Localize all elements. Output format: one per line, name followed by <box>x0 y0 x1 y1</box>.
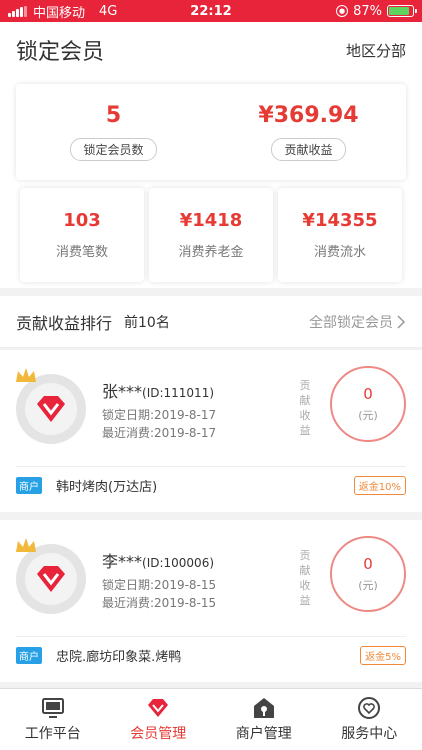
tab-service-center[interactable]: 服务中心 <box>317 689 422 750</box>
diamond-icon <box>148 698 169 717</box>
locked-members-value: 5 <box>105 103 122 128</box>
rotation-lock-icon: ● <box>336 5 349 17</box>
contribution-value: ¥369.94 <box>258 103 359 128</box>
pension-value: ¥1418 <box>179 210 243 231</box>
crown-icon <box>16 538 36 552</box>
shop-tag: 商户 <box>16 647 42 664</box>
contribution-vertical-label: 贡献收益 <box>299 379 311 437</box>
tab-member-management-label: 会员管理 <box>130 725 187 742</box>
member-name-text: 张*** <box>102 382 143 401</box>
ranking-header: 贡献收益排行 前10名 全部锁定会员 <box>0 296 422 348</box>
locked-members-label: 锁定会员数 <box>70 138 157 161</box>
signal-icon <box>8 5 27 17</box>
contribution-label: 贡献收益 <box>271 138 346 161</box>
shop-name: 忠院.廊坊印象菜.烤鸭 <box>56 650 182 665</box>
diamond-avatar-icon <box>25 383 77 435</box>
tab-merchant-management[interactable]: 商户管理 <box>211 689 317 750</box>
member-id: (ID:100006) <box>142 556 215 570</box>
shop-name: 韩时烤肉(万达店) <box>56 480 158 495</box>
shop-row: 商户 忠院.廊坊印象菜.烤鸭 返金5% <box>16 646 406 665</box>
pension-card: ¥1418 消费养老金 <box>149 188 273 282</box>
tab-work-platform[interactable]: 工作平台 <box>0 689 106 750</box>
monitor-icon <box>41 697 64 718</box>
consume-count-card: 103 消费笔数 <box>20 188 144 282</box>
member-name: 张***(ID:111011) <box>102 378 214 402</box>
ranking-title: 贡献收益排行 <box>16 313 113 333</box>
battery-percent: 87% <box>353 3 382 19</box>
shop-row: 商户 韩时烤肉(万达店) 返金10% <box>16 476 406 495</box>
shop-tag: 商户 <box>16 477 42 494</box>
lock-date: 锁定日期:2019-8-15 <box>102 578 217 592</box>
carrier-name: 中国移动 <box>33 5 86 21</box>
ranking-subtitle: 前10名 <box>124 314 170 331</box>
chevron-right-icon <box>397 314 406 329</box>
rebate-badge: 返金5% <box>360 646 406 665</box>
divider <box>16 466 406 467</box>
shop-icon <box>253 697 274 718</box>
divider <box>16 636 406 637</box>
tab-work-platform-label: 工作平台 <box>24 725 81 742</box>
turnover-value: ¥14355 <box>302 210 378 231</box>
member-name: 李***(ID:100006) <box>102 548 214 572</box>
region-button[interactable]: 地区分部 <box>346 40 406 61</box>
member-id: (ID:111011) <box>142 386 215 400</box>
member-card[interactable]: 李***(ID:100006) 锁定日期:2019-8-15 最近消费:2019… <box>0 520 422 682</box>
consume-count-value: 103 <box>63 210 101 231</box>
tab-merchant-management-label: 商户管理 <box>235 725 292 742</box>
tab-service-center-label: 服务中心 <box>341 725 398 742</box>
turnover-card: ¥14355 消费流水 <box>278 188 402 282</box>
contribution-unit: (元) <box>358 579 378 592</box>
contribution-stat: ¥369.94 贡献收益 <box>211 84 406 180</box>
member-card[interactable]: 张***(ID:111011) 锁定日期:2019-8-17 最近消费:2019… <box>0 350 422 512</box>
all-members-label: 全部锁定会员 <box>309 314 393 331</box>
last-consume-date: 最近消费:2019-8-17 <box>102 426 217 440</box>
diamond-avatar-icon <box>25 553 77 605</box>
contribution-amount: 0 <box>363 385 373 403</box>
locked-members-stat: 5 锁定会员数 <box>16 84 211 180</box>
network-type: 4G <box>99 3 118 19</box>
contribution-circle: 0 (元) <box>330 536 406 612</box>
status-bar: 中国移动 4G 22:12 ● 87% <box>0 0 422 22</box>
summary-card: 5 锁定会员数 ¥369.94 贡献收益 <box>16 84 406 180</box>
member-name-text: 李*** <box>102 552 143 571</box>
consume-count-label: 消费笔数 <box>55 245 108 260</box>
contribution-unit: (元) <box>358 409 378 422</box>
lock-date: 锁定日期:2019-8-17 <box>102 408 217 422</box>
tab-member-management[interactable]: 会员管理 <box>106 689 212 750</box>
page-title: 锁定会员 <box>16 40 105 65</box>
tab-bar: 工作平台 会员管理 商户管理 服务中心 <box>0 688 422 750</box>
contribution-vertical-label: 贡献收益 <box>299 549 311 607</box>
page-header: 锁定会员 地区分部 <box>0 22 422 78</box>
all-members-link[interactable]: 全部锁定会员 <box>309 312 406 332</box>
stats-area: 5 锁定会员数 ¥369.94 贡献收益 103 消费笔数 ¥1418 消费养老… <box>0 78 422 288</box>
turnover-label: 消费流水 <box>313 245 366 260</box>
heart-icon <box>358 696 381 719</box>
pension-label: 消费养老金 <box>178 245 244 260</box>
crown-icon <box>16 368 36 382</box>
rebate-badge: 返金10% <box>353 476 406 495</box>
contribution-circle: 0 (元) <box>330 366 406 442</box>
battery-icon <box>387 5 417 17</box>
last-consume-date: 最近消费:2019-8-15 <box>102 596 217 610</box>
contribution-amount: 0 <box>363 555 373 573</box>
